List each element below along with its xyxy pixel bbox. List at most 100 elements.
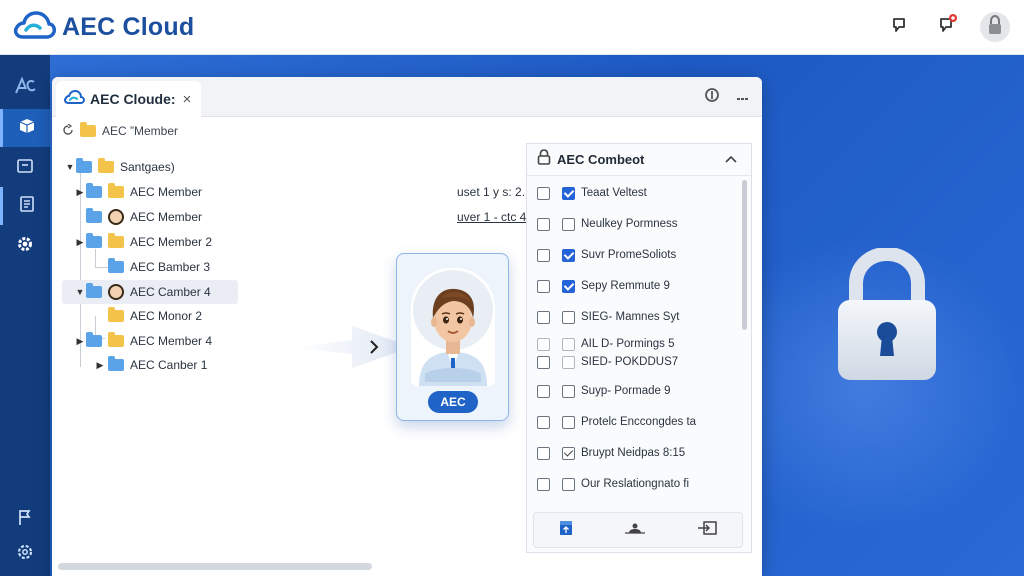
- permission-subcheckbox[interactable]: [562, 477, 575, 491]
- rail-item-settings[interactable]: [0, 227, 50, 265]
- caret-right-icon[interactable]: ▶: [74, 187, 86, 198]
- chat-button[interactable]: [884, 12, 914, 42]
- flag-icon: [17, 509, 33, 532]
- tree-row[interactable]: ▶ AEC Member 2: [74, 230, 212, 254]
- permissions-header[interactable]: AEC Combeot: [527, 144, 751, 176]
- more-options-icon[interactable]: [736, 89, 750, 107]
- permission-row[interactable]: Bruypt Neidpas 8:15: [537, 443, 685, 463]
- permission-label: Neulkey Pormness: [581, 218, 678, 230]
- tree-row[interactable]: ▶ AEC Canber 1: [94, 353, 207, 377]
- rail-item-box[interactable]: [0, 109, 50, 147]
- chevron-up-icon[interactable]: [725, 152, 737, 166]
- tab-title: AEC Cloude:: [90, 91, 176, 107]
- rail-item-document[interactable]: [0, 187, 50, 225]
- large-padlock-icon: [838, 248, 936, 380]
- header-actions: [884, 12, 1010, 42]
- tree-row[interactable]: ▶ AEC Member: [74, 180, 202, 204]
- tree-row[interactable]: ▶ AEC Member 4: [74, 329, 212, 353]
- permission-row[interactable]: Suyp- Pormade 9: [537, 381, 671, 401]
- lock-avatar-icon: [986, 14, 1004, 40]
- permission-checkbox[interactable]: [537, 310, 550, 324]
- upload-icon[interactable]: [559, 520, 573, 541]
- breadcrumb: AEC ”Member: [62, 121, 178, 141]
- rail-item-bottom-settings[interactable]: [0, 535, 50, 573]
- permission-subcheckbox[interactable]: [562, 310, 575, 324]
- tree-row[interactable]: AEC Member: [74, 205, 202, 229]
- permission-label: Bruypt Neidpas 8:15: [581, 447, 686, 459]
- tree-row[interactable]: AEC Bamber 3: [108, 255, 210, 279]
- permission-row[interactable]: AIL D- Pormings 5: [537, 334, 675, 354]
- refresh-icon[interactable]: [62, 123, 74, 139]
- permission-checkbox[interactable]: [537, 384, 550, 398]
- permission-checkbox[interactable]: [537, 415, 550, 429]
- rail-logo[interactable]: [0, 69, 50, 107]
- permission-row[interactable]: Protelc Enccongdes ta: [537, 412, 696, 432]
- permission-checkbox[interactable]: [537, 446, 550, 460]
- permissions-panel: AEC Combeot Teaat Veltest Neulkey Pormne…: [526, 143, 752, 553]
- brand[interactable]: AEC Cloud: [12, 10, 194, 45]
- caret-right-icon[interactable]: ▶: [74, 336, 86, 347]
- export-icon[interactable]: [697, 520, 717, 540]
- user-avatar[interactable]: [980, 12, 1010, 42]
- permission-label: Protelc Enccongdes ta: [581, 416, 697, 428]
- permission-label: Suyp- Pormade 9: [581, 385, 671, 397]
- permissions-toolbar: [533, 512, 743, 548]
- permission-checkbox[interactable]: [537, 477, 550, 491]
- permission-checkbox[interactable]: [537, 248, 550, 262]
- breadcrumb-item[interactable]: AEC ”Member: [102, 124, 178, 138]
- tree-row-label: AEC Canber 1: [130, 358, 208, 372]
- permission-subcheckbox[interactable]: [562, 446, 575, 460]
- main-window: AEC Cloude: × AEC ”Member ▼ Santgaes) ▶ …: [52, 77, 762, 576]
- notifications-button[interactable]: [932, 12, 962, 42]
- permission-subcheckbox[interactable]: [562, 415, 575, 429]
- users-icon[interactable]: [624, 521, 646, 539]
- tree-row-selected[interactable]: ▼ AEC Camber 4: [62, 280, 238, 304]
- permission-row[interactable]: Teaat Veltest: [537, 183, 647, 203]
- permission-row[interactable]: Sepy Remmute 9: [537, 276, 670, 296]
- permission-subcheckbox[interactable]: [562, 217, 575, 231]
- horizontal-scrollbar[interactable]: [58, 563, 372, 570]
- permission-subcheckbox[interactable]: [562, 384, 575, 398]
- member-note[interactable]: uver 1 - ctc 4: [457, 210, 526, 224]
- profile-avatar-illustration: [411, 268, 495, 386]
- breadcrumb-folder-icon: [80, 122, 96, 137]
- permission-subcheckbox[interactable]: [562, 186, 575, 200]
- shield-icon[interactable]: [704, 87, 720, 108]
- permission-row[interactable]: SIEG- Mamnes Syt: [537, 307, 679, 327]
- permission-row[interactable]: SIED- POKDDUS7: [537, 352, 678, 372]
- permission-row[interactable]: Our Reslationgnato fi: [537, 474, 689, 494]
- assign-arrow: [292, 326, 412, 368]
- caret-down-icon[interactable]: ▼: [74, 287, 86, 297]
- permission-label: Sepy Remmute 9: [581, 280, 670, 292]
- permissions-scrollbar[interactable]: [742, 180, 747, 330]
- window-actions: [704, 87, 750, 108]
- permission-checkbox[interactable]: [537, 279, 550, 293]
- permission-subcheckbox[interactable]: [562, 248, 575, 262]
- chevron-right-icon[interactable]: [368, 339, 380, 360]
- tree-row[interactable]: AEC Monor 2: [108, 304, 202, 328]
- folder-icon: [108, 307, 124, 322]
- profile-card[interactable]: AEC: [396, 253, 509, 421]
- folder-icon: [98, 158, 114, 173]
- permission-checkbox[interactable]: [537, 217, 550, 231]
- permission-checkbox[interactable]: [537, 186, 550, 200]
- tree-root[interactable]: ▼ Santgaes): [64, 155, 175, 179]
- caret-down-icon[interactable]: ▼: [64, 162, 76, 172]
- tab-aec-cloud[interactable]: AEC Cloude: ×: [56, 81, 201, 117]
- folder-blue-icon: [108, 356, 124, 371]
- permission-row[interactable]: Neulkey Pormness: [537, 214, 678, 234]
- permission-subcheckbox[interactable]: [562, 355, 575, 369]
- caret-right-icon[interactable]: ▶: [74, 237, 86, 248]
- folder-blue-icon: [86, 233, 102, 248]
- ae-logo-icon: [14, 75, 36, 100]
- caret-right-icon[interactable]: ▶: [94, 360, 106, 371]
- rail-item-folder[interactable]: [0, 149, 50, 187]
- permission-checkbox[interactable]: [537, 337, 550, 351]
- permission-subcheckbox[interactable]: [562, 337, 575, 351]
- permission-subcheckbox[interactable]: [562, 279, 575, 293]
- tab-close-button[interactable]: ×: [183, 91, 192, 108]
- folder-blue-icon: [86, 183, 102, 198]
- permission-checkbox[interactable]: [537, 355, 550, 369]
- permission-row[interactable]: Suvr PromeSoliots: [537, 245, 676, 265]
- rail-item-flag[interactable]: [0, 501, 50, 539]
